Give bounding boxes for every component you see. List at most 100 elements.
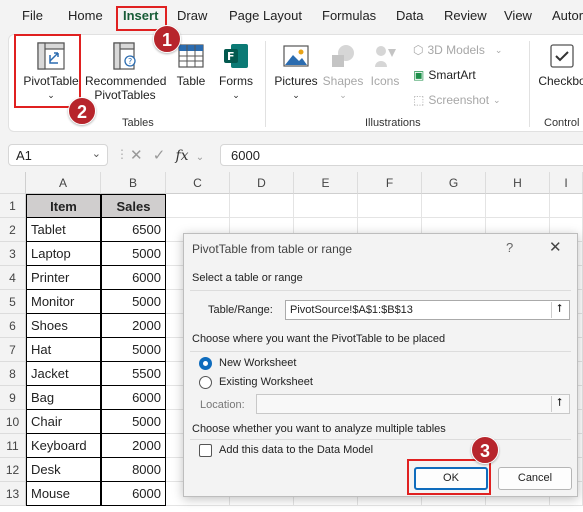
tab-data[interactable]: Data (396, 8, 423, 23)
tab-file[interactable]: File (22, 8, 43, 23)
item-cell[interactable]: Hat (26, 338, 101, 362)
column-header-d[interactable]: D (230, 172, 294, 194)
item-cell[interactable]: Desk (26, 458, 101, 482)
name-box-value: A1 (16, 148, 32, 163)
empty-cell[interactable] (294, 194, 358, 218)
cancel-icon[interactable]: ✕ (130, 147, 143, 164)
pictures-button[interactable]: Pictures ⌄ (271, 41, 321, 102)
location-label: Location: (200, 399, 245, 411)
item-cell[interactable]: Mouse (26, 482, 101, 506)
row-header[interactable]: 2 (0, 218, 26, 242)
name-box[interactable]: A1 ⌄ (8, 144, 108, 166)
icons-button[interactable]: Icons (365, 41, 405, 88)
select-all-corner[interactable] (0, 172, 26, 194)
enter-icon[interactable]: ✓ (153, 147, 166, 164)
row-header[interactable]: 5 (0, 290, 26, 314)
sales-cell[interactable]: 6000 (101, 386, 166, 410)
sales-cell[interactable]: 8000 (101, 458, 166, 482)
sales-cell[interactable]: 6500 (101, 218, 166, 242)
item-cell[interactable]: Keyboard (26, 434, 101, 458)
tab-home[interactable]: Home (68, 8, 103, 23)
forms-button[interactable]: F Forms ⌄ (213, 41, 259, 102)
item-cell[interactable]: Bag (26, 386, 101, 410)
location-input[interactable]: ⭡ (256, 394, 570, 414)
column-header-c[interactable]: C (166, 172, 230, 194)
tab-formulas[interactable]: Formulas (322, 8, 376, 23)
sales-cell[interactable]: 5000 (101, 410, 166, 434)
row-header[interactable]: 6 (0, 314, 26, 338)
close-icon[interactable]: ✕ (549, 238, 562, 256)
row-header[interactable]: 11 (0, 434, 26, 458)
smartart-button[interactable]: ▣ SmartArt (413, 68, 476, 82)
item-cell[interactable]: Printer (26, 266, 101, 290)
sales-cell[interactable]: 5000 (101, 338, 166, 362)
collapse-dialog-icon[interactable]: ⭡ (551, 302, 567, 318)
item-cell[interactable]: Shoes (26, 314, 101, 338)
sales-cell[interactable]: 6000 (101, 482, 166, 506)
existing-worksheet-label[interactable]: Existing Worksheet (219, 376, 313, 388)
row-header[interactable]: 7 (0, 338, 26, 362)
row-header[interactable]: 13 (0, 482, 26, 506)
item-cell[interactable]: Tablet (26, 218, 101, 242)
sales-cell[interactable]: 6000 (101, 266, 166, 290)
empty-cell[interactable] (550, 194, 583, 218)
sales-cell[interactable]: 5500 (101, 362, 166, 386)
tab-page-layout[interactable]: Page Layout (229, 8, 302, 23)
radio-existing-worksheet[interactable] (199, 376, 212, 389)
svg-text:F: F (227, 50, 235, 63)
sales-cell[interactable]: 5000 (101, 242, 166, 266)
column-header-h[interactable]: H (486, 172, 550, 194)
excel-window: File Home Insert Draw Page Layout Formul… (0, 0, 583, 512)
column-header-a[interactable]: A (26, 172, 101, 194)
table-range-label: Table/Range: (208, 304, 273, 316)
collapse-dialog-icon[interactable]: ⭡ (551, 396, 567, 412)
shapes-button[interactable]: Shapes ⌄ (321, 41, 365, 102)
chevron-down-icon[interactable]: ⌄ (196, 152, 204, 163)
insert-function-icon[interactable]: fx (176, 148, 189, 164)
column-header-f[interactable]: F (358, 172, 422, 194)
chevron-down-icon[interactable]: ⌄ (92, 147, 101, 160)
header-cell-sales[interactable]: Sales (101, 194, 166, 218)
item-cell[interactable]: Jacket (26, 362, 101, 386)
column-header-b[interactable]: B (101, 172, 166, 194)
sales-cell[interactable]: 2000 (101, 314, 166, 338)
column-header-e[interactable]: E (294, 172, 358, 194)
recommended-pivottables-button[interactable]: ? Recommended PivotTables (85, 41, 166, 102)
column-header-g[interactable]: G (422, 172, 486, 194)
row-header[interactable]: 4 (0, 266, 26, 290)
empty-cell[interactable] (358, 194, 422, 218)
table-range-input[interactable]: PivotSource!$A$1:$B$13 ⭡ (285, 300, 570, 320)
data-model-checkbox[interactable] (199, 444, 212, 457)
icons-icon (375, 46, 396, 67)
tab-view[interactable]: View (504, 8, 532, 23)
sales-cell[interactable]: 2000 (101, 434, 166, 458)
sales-cell[interactable]: 5000 (101, 290, 166, 314)
empty-cell[interactable] (230, 194, 294, 218)
row-header[interactable]: 3 (0, 242, 26, 266)
new-worksheet-label[interactable]: New Worksheet (219, 357, 296, 369)
empty-cell[interactable] (486, 194, 550, 218)
item-cell[interactable]: Laptop (26, 242, 101, 266)
3d-models-button[interactable]: ⬡ 3D Models ⌄ (413, 43, 502, 57)
tab-review[interactable]: Review (444, 8, 487, 23)
formula-input[interactable]: 6000 (220, 144, 583, 166)
column-header-i[interactable]: I (550, 172, 583, 194)
checkbox-button[interactable]: Checkbo (537, 41, 583, 88)
cancel-button[interactable]: Cancel (498, 467, 572, 490)
empty-cell[interactable] (166, 194, 230, 218)
item-cell[interactable]: Chair (26, 410, 101, 434)
help-icon[interactable]: ? (506, 240, 513, 255)
empty-cell[interactable] (422, 194, 486, 218)
radio-new-worksheet[interactable] (199, 357, 212, 370)
item-cell[interactable]: Monitor (26, 290, 101, 314)
header-cell-item[interactable]: Item (26, 194, 101, 218)
row-header[interactable]: 1 (0, 194, 26, 218)
row-header[interactable]: 9 (0, 386, 26, 410)
tab-automate[interactable]: Autor (552, 8, 583, 23)
row-header[interactable]: 12 (0, 458, 26, 482)
data-model-label[interactable]: Add this data to the Data Model (219, 444, 373, 456)
row-header[interactable]: 8 (0, 362, 26, 386)
tab-draw[interactable]: Draw (177, 8, 207, 23)
row-header[interactable]: 10 (0, 410, 26, 434)
screenshot-button[interactable]: ⬚ Screenshot ⌄ (413, 93, 501, 107)
